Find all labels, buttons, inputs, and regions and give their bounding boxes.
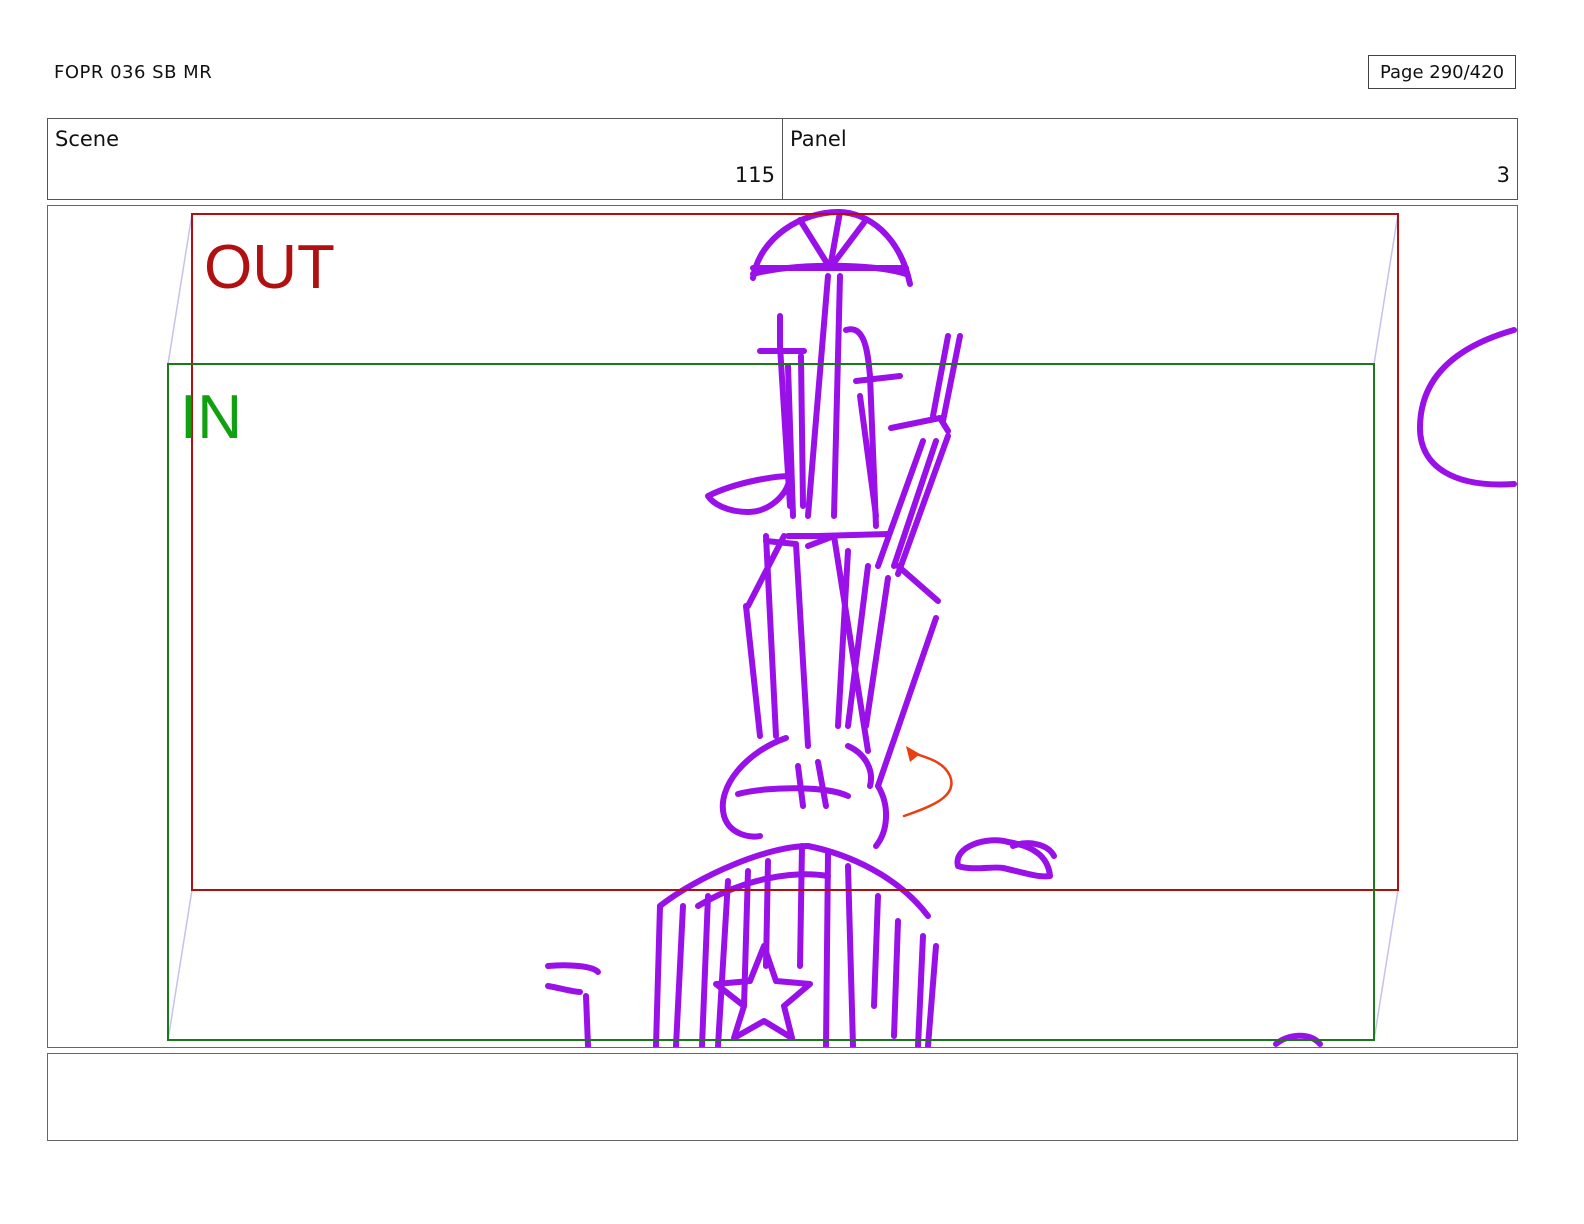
storyboard-frame: OUT IN: [47, 205, 1518, 1048]
character-sketch: [545, 209, 1517, 1047]
scene-label: Scene: [55, 127, 120, 151]
in-frame-rect: [167, 363, 1375, 1041]
page-number: Page 290/420: [1368, 55, 1516, 89]
notes-box: [47, 1053, 1518, 1141]
scene-number: 115: [734, 163, 775, 187]
storyboard-drawing: OUT IN: [167, 209, 1517, 1047]
in-label: IN: [180, 383, 242, 452]
scene-panel-table: Scene 115 Panel 3: [47, 118, 1518, 200]
panel-cell: Panel 3: [782, 119, 1517, 199]
out-label: OUT: [204, 233, 335, 302]
scene-cell: Scene 115: [48, 119, 782, 199]
panel-label: Panel: [790, 127, 847, 151]
document-title: FOPR 036 SB MR: [54, 62, 213, 83]
arrow-head: [906, 746, 920, 762]
rotation-arrow-icon: [902, 752, 953, 818]
panel-number: 3: [1496, 163, 1510, 187]
